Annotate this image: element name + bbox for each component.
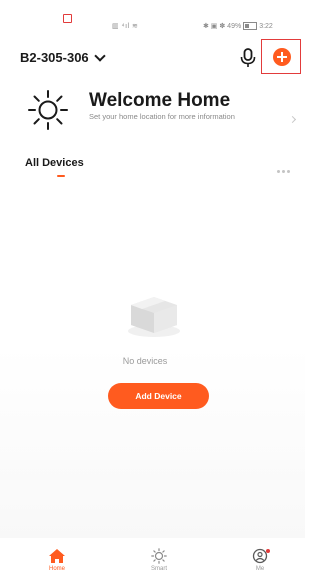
- chevron-down-icon: [93, 49, 106, 62]
- battery-icon: [243, 22, 258, 31]
- tab-all-devices[interactable]: All Devices: [25, 157, 84, 169]
- nav-label-smart: Smart: [150, 566, 167, 572]
- no-devices-message: No devices: [122, 356, 168, 366]
- nav-item-me[interactable]: Me: [230, 538, 290, 572]
- chevron-right-icon: [288, 115, 297, 124]
- nav-item-home[interactable]: Home: [27, 538, 87, 572]
- signal-indicator: ▥ ⁴ıl ≋: [112, 23, 139, 30]
- welcome-card[interactable]: Welcome Home Set your home location for …: [20, 82, 300, 142]
- add-button[interactable]: [273, 48, 291, 66]
- nav-label-home: Home: [48, 566, 65, 572]
- status-indicators: ✱ ▣ ✽ 49% 3:22: [203, 22, 273, 31]
- status-icons: ✱ ▣ ✽ 49%: [203, 23, 242, 30]
- status-time: 3:22: [259, 23, 273, 30]
- notification-icon: [63, 14, 72, 23]
- app-screen: ▥ ⁴ıl ≋ ✱ ▣ ✽ 49% 3:22 B2-305-306 Welcom…: [0, 0, 305, 576]
- nav-item-smart[interactable]: Smart: [129, 538, 189, 572]
- home-selector[interactable]: B2-305-306: [20, 49, 106, 65]
- microphone-button[interactable]: [238, 47, 258, 69]
- add-device-button[interactable]: Add Device: [108, 383, 209, 409]
- welcome-subtitle: Set your home location for more informat…: [89, 112, 235, 121]
- bottom-nav: Home Smart Me: [0, 538, 305, 576]
- sun-icon: [28, 90, 68, 130]
- status-bar: ▥ ⁴ıl ≋ ✱ ▣ ✽ 49% 3:22: [0, 0, 305, 34]
- tab-active-indicator: [57, 175, 65, 177]
- welcome-title: Welcome Home: [89, 90, 231, 111]
- more-options-icon[interactable]: [277, 160, 295, 173]
- notification-badge: [266, 549, 270, 553]
- microphone-icon: [240, 48, 256, 67]
- empty-box-illustration: [128, 297, 180, 337]
- scene-sun-icon: [151, 548, 167, 564]
- nav-label-me: Me: [255, 566, 265, 572]
- home-icon: [49, 549, 65, 563]
- home-name: B2-305-306: [20, 50, 89, 65]
